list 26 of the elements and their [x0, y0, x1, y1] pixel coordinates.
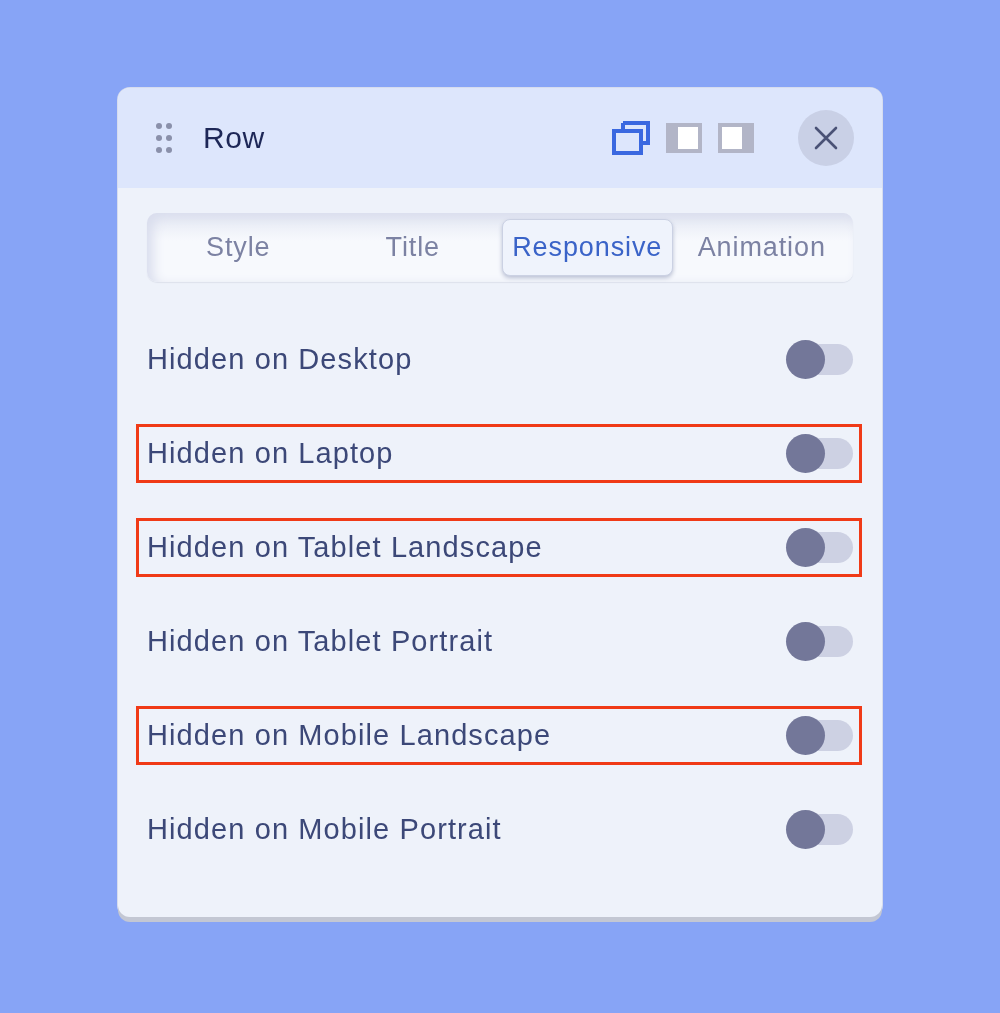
toggle-switch[interactable] [786, 340, 853, 379]
right-sidebar-icon [718, 123, 754, 153]
close-icon [814, 126, 838, 150]
overlapping-squares-icon [612, 121, 650, 155]
tab[interactable]: Style [153, 219, 324, 276]
panel-title: Row [203, 121, 266, 155]
option-label: Hidden on Tablet Landscape [147, 531, 543, 564]
toggle-switch[interactable] [786, 810, 853, 849]
option-label: Hidden on Tablet Portrait [147, 625, 494, 658]
layout-button[interactable] [666, 123, 702, 153]
option-label: Hidden on Desktop [147, 343, 413, 376]
tab[interactable]: Animation [676, 219, 847, 276]
toggle-switch[interactable] [786, 622, 853, 661]
layout-button[interactable] [612, 121, 650, 155]
tab[interactable]: Title [327, 219, 498, 276]
toggle-switch[interactable] [786, 434, 853, 473]
option-label: Hidden on Mobile Portrait [147, 813, 502, 846]
toggle-switch[interactable] [786, 716, 853, 755]
left-sidebar-icon [666, 123, 702, 153]
toggle-switch[interactable] [786, 528, 853, 567]
option-label: Hidden on Mobile Landscape [147, 719, 552, 752]
tab[interactable]: Responsive [502, 219, 673, 276]
drag-handle-icon[interactable] [156, 123, 172, 153]
option-label: Hidden on Laptop [147, 437, 394, 470]
layout-button[interactable] [718, 123, 754, 153]
close-button[interactable] [798, 110, 854, 166]
